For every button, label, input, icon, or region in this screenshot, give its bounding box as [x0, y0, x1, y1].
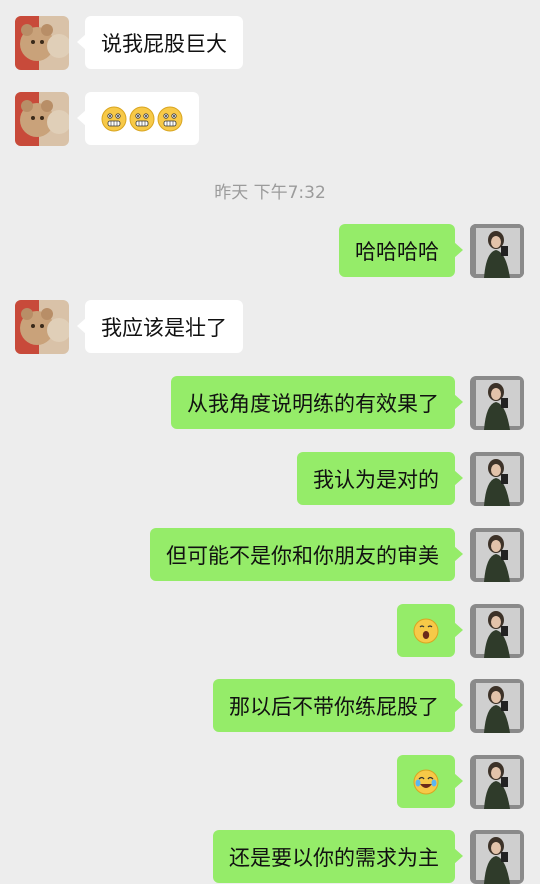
- message-text: 我应该是壮了: [101, 315, 227, 340]
- chat-timestamp: 昨天 下午7:32: [214, 183, 326, 203]
- message-text: 我认为是对的: [313, 467, 439, 492]
- self-avatar[interactable]: [470, 528, 524, 582]
- message-bubble[interactable]: 还是要以你的需求为主: [213, 830, 463, 883]
- grimacing-face-icon: [101, 106, 127, 131]
- message-bubble[interactable]: [397, 755, 463, 808]
- message-bubble[interactable]: 说我屁股巨大: [77, 16, 243, 69]
- self-avatar[interactable]: [470, 452, 524, 506]
- message-bubble[interactable]: 我应该是壮了: [77, 300, 243, 353]
- message-bubble[interactable]: [397, 604, 463, 657]
- self-avatar[interactable]: [470, 604, 524, 658]
- message-text: 但可能不是你和你朋友的审美: [166, 543, 439, 568]
- message-bubble[interactable]: 我认为是对的: [297, 452, 463, 505]
- contact-avatar[interactable]: [15, 16, 69, 70]
- chat-area: 说我屁股巨大 昨天 下午7:32 哈哈哈哈 我应该是壮了 从我角度说明练的有效果…: [0, 0, 540, 884]
- message-row: [0, 92, 540, 146]
- contact-avatar[interactable]: [15, 92, 69, 146]
- message-row: 说我屁股巨大: [0, 16, 540, 70]
- grimacing-face-icon: [129, 106, 155, 131]
- message-bubble[interactable]: 但可能不是你和你朋友的审美: [150, 528, 463, 581]
- message-row: 还是要以你的需求为主: [0, 830, 540, 884]
- message-bubble[interactable]: [77, 92, 199, 145]
- message-row: 但可能不是你和你朋友的审美: [0, 528, 540, 582]
- message-row: 哈哈哈哈: [0, 224, 540, 278]
- self-avatar[interactable]: [470, 830, 524, 884]
- self-avatar[interactable]: [470, 755, 524, 809]
- tears-of-joy-face-icon: [413, 769, 439, 794]
- message-text: 从我角度说明练的有效果了: [187, 391, 439, 416]
- message-text: 那以后不带你练屁股了: [229, 694, 439, 719]
- message-bubble[interactable]: 哈哈哈哈: [339, 224, 463, 277]
- message-text: 说我屁股巨大: [101, 31, 227, 56]
- message-row: 从我角度说明练的有效果了: [0, 376, 540, 430]
- self-avatar[interactable]: [470, 376, 524, 430]
- message-row: [0, 755, 540, 809]
- message-row: 我应该是壮了: [0, 300, 540, 354]
- self-avatar[interactable]: [470, 224, 524, 278]
- message-row: 我认为是对的: [0, 452, 540, 506]
- grimacing-face-icon: [157, 106, 183, 131]
- self-avatar[interactable]: [470, 679, 524, 733]
- message-row: 那以后不带你练屁股了: [0, 679, 540, 733]
- message-bubble[interactable]: 从我角度说明练的有效果了: [171, 376, 463, 429]
- message-text: 还是要以你的需求为主: [229, 845, 439, 870]
- message-text: 哈哈哈哈: [355, 239, 439, 264]
- shocked-face-icon: [413, 618, 439, 643]
- contact-avatar[interactable]: [15, 300, 69, 354]
- message-row: [0, 604, 540, 658]
- message-bubble[interactable]: 那以后不带你练屁股了: [213, 679, 463, 732]
